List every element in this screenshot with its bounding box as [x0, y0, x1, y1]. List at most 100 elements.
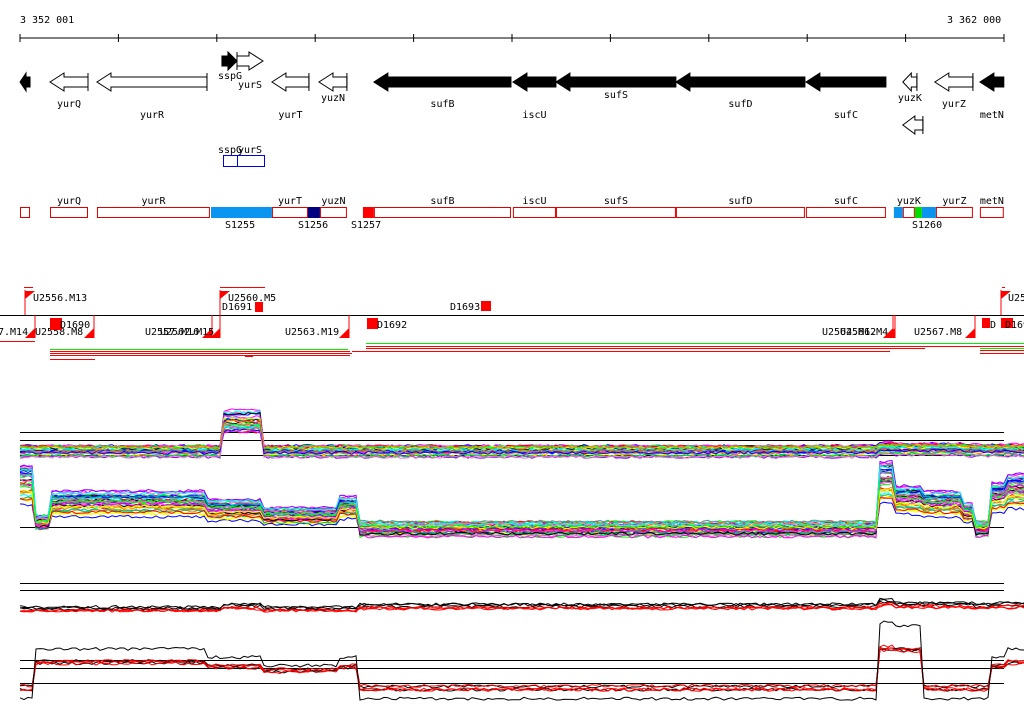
- gene-arrow-sufD[interactable]: [674, 72, 806, 92]
- operon-box[interactable]: [893, 207, 903, 218]
- gene-arrow-sufS[interactable]: [555, 72, 677, 92]
- gene-track: yurQyurRsspGyurSyurTyuzNsufBiscUsufSsufD…: [19, 50, 1005, 135]
- gene-label-iscU: iscU: [522, 110, 546, 121]
- gene-label-yuzN: yuzN: [321, 93, 345, 104]
- condition-trace: [19, 420, 1024, 449]
- feature-label[interactable]: D1690: [60, 320, 90, 331]
- operon-box[interactable]: [211, 207, 272, 218]
- gene-label-sufB: sufB: [430, 99, 454, 110]
- genome-browser: 3 352 001 3 362 000 yurQyurRsspGyurSyurT…: [0, 15, 1024, 701]
- condition-trace: [19, 478, 1024, 529]
- condition-trace: [19, 418, 1024, 449]
- gene-label-yurR: yurR: [140, 110, 165, 121]
- operon-box[interactable]: [362, 207, 374, 218]
- operon-track: yurQ yurR yurT yuzN sufB iscU sufS sufD sufC yuzK…: [20, 196, 1004, 218]
- gene-arrow-sufB[interactable]: [372, 72, 512, 92]
- gene-arrow-iscU[interactable]: [512, 72, 557, 92]
- operon-label-iscU: iscU: [522, 196, 546, 207]
- feature-label[interactable]: D1692: [377, 320, 407, 331]
- gene-arrow-yurS[interactable]: [236, 51, 264, 71]
- condition-trace: [19, 419, 1024, 450]
- condition-trace: [19, 408, 1024, 449]
- condition-trace: [20, 410, 1024, 451]
- feature-label[interactable]: U2566.M4: [840, 327, 888, 338]
- operon-label-sufS: sufS: [604, 196, 628, 207]
- operon-box[interactable]: [307, 207, 320, 218]
- gene-arrow-metN[interactable]: [978, 72, 1005, 92]
- feature-label[interactable]: D1691: [222, 302, 252, 313]
- operon-label-sufB: sufB: [430, 196, 454, 207]
- gene-label-yuzK: yuzK: [898, 93, 922, 104]
- gene-label-sufS: sufS: [604, 90, 628, 101]
- summary-trace: [19, 646, 1024, 689]
- feature-marker[interactable]: [481, 301, 491, 311]
- gene-label-yurZ: yurZ: [942, 99, 966, 110]
- feature-label[interactable]: U2562.M15: [160, 327, 214, 338]
- operon-box-yurT[interactable]: [271, 207, 308, 218]
- srna-box-yurS[interactable]: [237, 155, 265, 167]
- segment-label: S1257: [351, 220, 381, 231]
- summary-trace: [19, 647, 1024, 688]
- feature-label[interactable]: 7.M14: [0, 327, 28, 338]
- gene-arrow-yurQ[interactable]: [49, 72, 89, 92]
- gene-label-sufC: sufC: [834, 110, 858, 121]
- operon-label-yurZ: yurZ: [942, 196, 966, 207]
- operon-label-yurQ: yurQ: [57, 196, 81, 207]
- operon-box-yurQ[interactable]: [50, 207, 89, 218]
- segment-label: S1260: [912, 220, 942, 231]
- gene-arrow-yurT[interactable]: [271, 72, 310, 92]
- operon-box[interactable]: [20, 207, 31, 218]
- operon-box-yurZ[interactable]: [935, 207, 973, 218]
- feature-label[interactable]: D1694: [1005, 320, 1024, 331]
- condition-trace: [19, 421, 1024, 449]
- feature-label[interactable]: D: [990, 320, 996, 331]
- axis-start-label: 3 352 001: [20, 15, 74, 26]
- axis-end-label: 3 362 000: [947, 15, 1001, 26]
- segment-labels: S1255 S1256 S1257 S1260: [225, 220, 942, 231]
- gene-arrow-yuzN[interactable]: [318, 72, 348, 92]
- feature-flag-icon[interactable]: [339, 328, 349, 338]
- gene-arrow-yuzK[interactable]: [902, 71, 918, 93]
- segment-label: S1256: [298, 220, 328, 231]
- expression-panel-all-conditions: [19, 408, 1024, 539]
- gene-arrow-unnamed[interactable]: [19, 71, 31, 93]
- gene-arrow-yurR[interactable]: [96, 72, 208, 92]
- srna-box-sspG[interactable]: [223, 155, 238, 167]
- condition-trace: [19, 410, 1024, 449]
- condition-trace: [19, 412, 1024, 449]
- gene-arrow-sufC[interactable]: [804, 72, 887, 92]
- operon-box-yurR[interactable]: [96, 207, 210, 218]
- feature-marker[interactable]: [982, 318, 990, 328]
- operon-label-yuzK: yuzK: [897, 196, 921, 207]
- gene-arrow-unnamed[interactable]: [901, 115, 924, 135]
- gene-label-metN: metN: [980, 110, 1004, 121]
- operon-box-yuzK[interactable]: [902, 207, 915, 218]
- feature-label[interactable]: D1693: [450, 302, 480, 313]
- operon-box-sufD[interactable]: [675, 207, 805, 218]
- small-rna-track: sspG yurS: [218, 145, 265, 167]
- operon-box-iscU[interactable]: [512, 207, 556, 218]
- operon-label-metN: metN: [980, 196, 1004, 207]
- feature-marker[interactable]: [255, 302, 263, 312]
- operon-label-sufC: sufC: [834, 196, 858, 207]
- operon-box-metN[interactable]: [979, 207, 1004, 218]
- condition-trace: [19, 411, 1024, 451]
- operon-box-sufC[interactable]: [805, 207, 886, 218]
- gene-label-yurT: yurT: [278, 110, 302, 121]
- feature-flag-icon[interactable]: [965, 328, 975, 338]
- gene-arrow-yurZ[interactable]: [933, 72, 974, 92]
- expression-panel-summary: [19, 583, 1024, 701]
- operon-box-sufS[interactable]: [555, 207, 676, 218]
- feature-label[interactable]: U25: [1008, 293, 1024, 304]
- operon-box-sufB[interactable]: [373, 207, 511, 218]
- feature-label[interactable]: U2556.M13: [33, 293, 87, 304]
- operon-box[interactable]: [914, 207, 922, 218]
- gene-arrow-sspG[interactable]: [221, 50, 238, 72]
- operon-box-yuzN[interactable]: [319, 207, 347, 218]
- srna-label-yurS: yurS: [238, 145, 262, 156]
- operon-box[interactable]: [921, 207, 936, 218]
- feature-label[interactable]: U2563.M19: [285, 327, 339, 338]
- summary-trace: [19, 647, 1024, 692]
- feature-label[interactable]: U2567.M8: [914, 327, 962, 338]
- gene-label-sufD: sufD: [728, 99, 752, 110]
